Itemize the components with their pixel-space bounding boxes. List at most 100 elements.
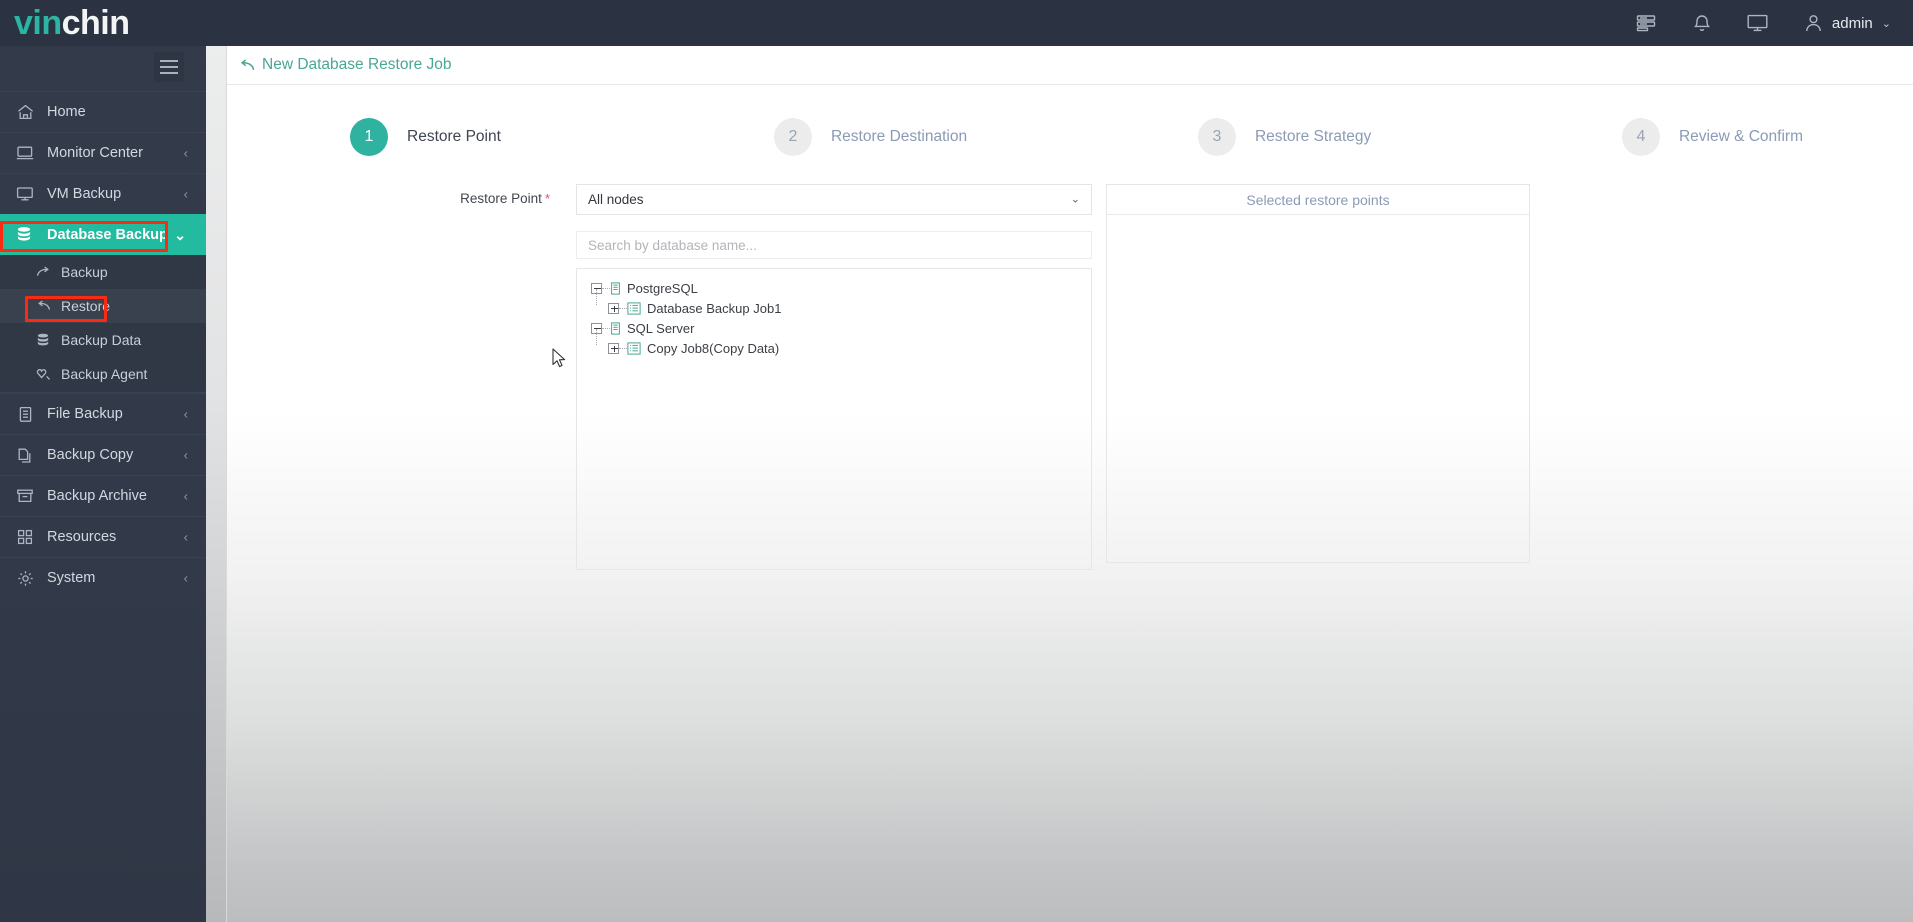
logo-text-right: chin [61, 4, 130, 42]
file-icon [14, 404, 36, 424]
sidebar-item-backup-archive[interactable]: Backup Archive ‹ [0, 475, 206, 516]
main-content: New Database Restore Job 1 Restore Point… [226, 46, 1913, 922]
node-select-value: All nodes [588, 192, 644, 207]
agent-icon [34, 366, 52, 382]
database-tree-panel[interactable]: PostgreSQL Database Backup Job1 SQL Serv… [576, 268, 1092, 570]
user-menu[interactable]: admin ⌄ [1803, 12, 1891, 34]
tree-toggle-expand-icon[interactable] [608, 342, 619, 354]
wizard-step-restore-strategy[interactable]: 3 Restore Strategy [1197, 118, 1622, 156]
page-title: New Database Restore Job [262, 56, 452, 73]
sidebar-item-file-backup[interactable]: File Backup ‹ [0, 393, 206, 434]
user-name-label: admin [1831, 14, 1873, 32]
sidebar-item-label: Monitor Center [47, 145, 143, 161]
database-icon [34, 332, 52, 348]
hamburger-line [160, 72, 178, 74]
back-arrow-icon[interactable] [239, 58, 255, 72]
tree-connector [602, 287, 610, 289]
sidebar-item-backup-copy[interactable]: Backup Copy ‹ [0, 434, 206, 475]
chevron-down-icon: ⌄ [1881, 17, 1891, 30]
sidebar-item-label: Backup Archive [47, 488, 147, 504]
chevron-down-icon: ⌄ [174, 226, 186, 243]
sidebar-item-label: Home [47, 104, 86, 120]
step-number: 3 [1197, 118, 1236, 156]
restore-point-left-column: All nodes ⌄ Search by database name... P… [576, 184, 1092, 570]
tree-toggle-expand-icon[interactable] [608, 302, 619, 314]
required-asterisk: * [544, 191, 550, 206]
tree-node-postgresql[interactable]: PostgreSQL [591, 279, 1091, 297]
sidebar-item-monitor-center[interactable]: Monitor Center ‹ [0, 132, 206, 173]
sidebar: Home Monitor Center ‹ VM Backup ‹ Databa… [0, 46, 228, 922]
sidebar-item-resources[interactable]: Resources ‹ [0, 516, 206, 557]
selected-restore-points-title: Selected restore points [1107, 185, 1529, 215]
chevron-left-icon: ‹ [183, 406, 188, 422]
restore-point-form: Restore Point * All nodes ⌄ Search by da… [227, 184, 1913, 570]
step-label: Restore Destination [830, 128, 968, 145]
step-label: Restore Strategy [1254, 128, 1372, 145]
tree-node-label: Copy Job8(Copy Data) [647, 340, 780, 356]
search-input[interactable] [588, 237, 1080, 253]
sidebar-item-system[interactable]: System ‹ [0, 557, 206, 598]
chevron-left-icon: ‹ [183, 145, 188, 161]
hamburger-line [160, 60, 178, 62]
logs-icon[interactable] [1635, 12, 1657, 34]
sidebar-collapse-toggle[interactable] [154, 52, 184, 82]
selected-restore-points-list[interactable] [1107, 215, 1529, 563]
tree-node-label: SQL Server [627, 320, 695, 336]
sidebar-item-vm-backup[interactable]: VM Backup ‹ [0, 173, 206, 214]
tree-node-database-backup-job1[interactable]: Database Backup Job1 [591, 289, 1091, 317]
monitor-icon [14, 143, 36, 163]
step-number: 2 [773, 118, 812, 156]
tree-connector [619, 347, 627, 349]
sidebar-item-database-backup[interactable]: Database Backup ⌄ [0, 214, 228, 255]
sidebar-item-label: Backup [61, 264, 108, 280]
user-avatar-icon [1803, 12, 1825, 34]
database-icon [14, 225, 36, 245]
page-header: New Database Restore Job [227, 46, 1913, 85]
tree-node-sql-server[interactable]: SQL Server [591, 319, 1091, 337]
step-number: 1 [350, 118, 388, 156]
step-label: Restore Point [407, 128, 501, 145]
sidebar-item-backup-agent[interactable]: Backup Agent [0, 357, 206, 391]
sidebar-submenu-database-backup: Backup Restore Backup Data Backup Agent [0, 255, 206, 393]
wizard-step-restore-destination[interactable]: 2 Restore Destination [773, 118, 1198, 156]
app-logo[interactable]: vinchin [14, 5, 130, 41]
chevron-left-icon: ‹ [183, 529, 188, 545]
chevron-down-icon: ⌄ [1070, 193, 1080, 205]
wizard-steps: 1 Restore Point 2 Restore Destination 3 … [227, 118, 1913, 156]
db-node-icon [610, 321, 621, 335]
archive-icon [14, 486, 36, 506]
tree-node-copy-job8[interactable]: Copy Job8(Copy Data) [591, 329, 1091, 357]
console-monitor-icon[interactable] [1747, 12, 1769, 34]
sidebar-item-backup-data[interactable]: Backup Data [0, 323, 206, 357]
selected-restore-points-panel: Selected restore points [1106, 184, 1530, 563]
top-bar: vinchin admin ⌄ [0, 0, 1913, 46]
restore-point-label-text: Restore Point [460, 191, 542, 206]
sidebar-item-label: Restore [61, 298, 111, 314]
content-gutter [206, 46, 226, 922]
node-select[interactable]: All nodes ⌄ [576, 184, 1092, 215]
database-search-box[interactable] [576, 231, 1092, 259]
tree-connector [596, 289, 597, 305]
sidebar-item-restore[interactable]: Restore [0, 289, 206, 323]
sidebar-item-label: File Backup [47, 406, 123, 422]
wizard-step-restore-point[interactable]: 1 Restore Point [350, 118, 774, 156]
display-icon [14, 184, 36, 204]
sidebar-item-backup[interactable]: Backup [0, 255, 206, 289]
job-list-icon [627, 341, 641, 355]
step-number: 4 [1621, 118, 1660, 156]
sidebar-toggle-row [0, 46, 206, 91]
logo-text-left: vin [14, 4, 62, 42]
chevron-left-icon: ‹ [183, 186, 188, 202]
notification-bell-icon[interactable] [1691, 12, 1713, 34]
job-list-icon [627, 301, 641, 315]
sidebar-item-label: VM Backup [47, 186, 122, 202]
wizard-step-review-confirm[interactable]: 4 Review & Confirm [1621, 118, 1803, 156]
step-label: Review & Confirm [1678, 128, 1803, 145]
sidebar-item-label: Database Backup [47, 226, 168, 243]
tree-node-label: Database Backup Job1 [647, 300, 782, 316]
tree-connector [602, 327, 610, 329]
restore-point-label: Restore Point * [364, 184, 576, 206]
hamburger-line [160, 66, 178, 68]
tree-node-label: PostgreSQL [627, 280, 698, 296]
sidebar-item-home[interactable]: Home [0, 91, 206, 132]
